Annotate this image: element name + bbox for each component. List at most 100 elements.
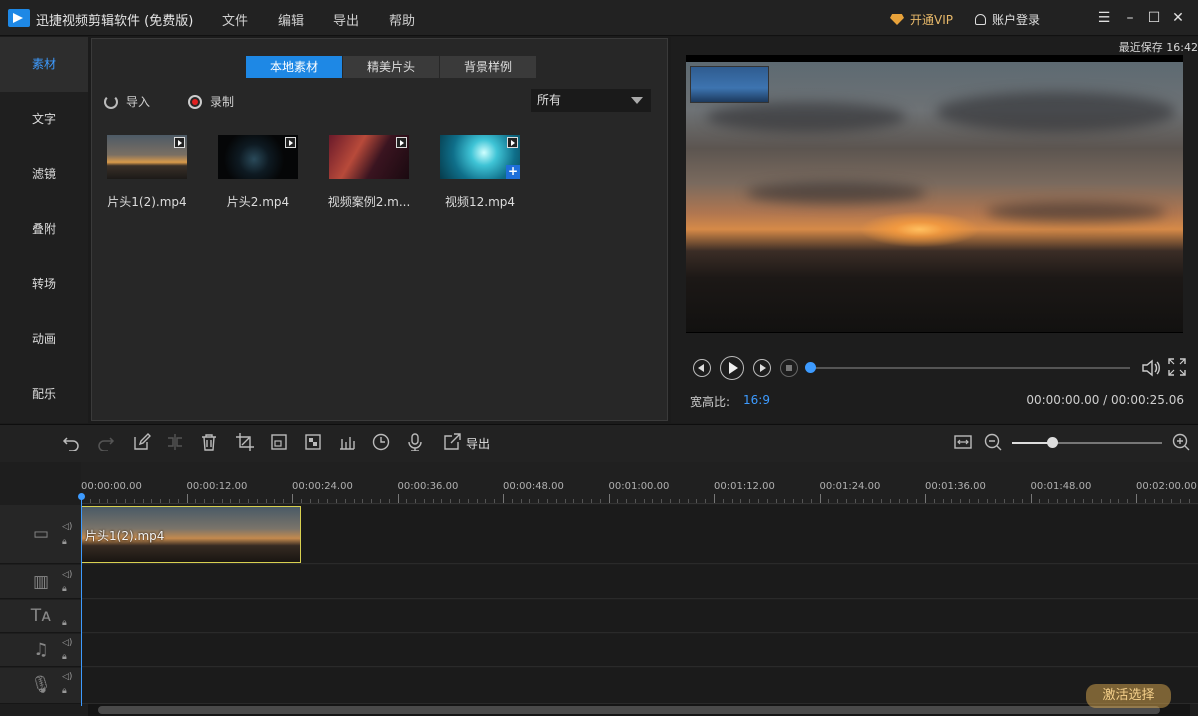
zoom-out-icon[interactable] <box>984 433 1002 451</box>
speaker-icon[interactable]: ◁) <box>62 522 74 532</box>
ruler-tick-label: 00:01:12.00 <box>714 481 775 492</box>
overlay-thumbnail[interactable] <box>690 66 769 103</box>
minimize-icon[interactable]: – <box>1122 10 1138 26</box>
ruler-minor-tick <box>793 499 795 503</box>
time-readout: 00:00:00.00 / 00:00:25.06 <box>1026 393 1184 407</box>
ruler-tick-label: 00:01:36.00 <box>925 481 986 492</box>
ruler-minor-tick <box>599 499 601 503</box>
speaker-icon[interactable]: ◁) <box>62 672 74 682</box>
previous-frame-icon[interactable] <box>693 359 711 377</box>
material-panel: 本地素材 精美片头 背景样例 导入 录制 所有 片头1(2).mp4 片头2.m… <box>91 38 668 421</box>
sidebar-item-text[interactable]: 文字 <box>0 92 88 147</box>
stop-icon[interactable] <box>780 359 798 377</box>
sidebar-item-material[interactable]: 素材 <box>0 37 88 92</box>
import-button[interactable]: 导入 <box>104 93 150 110</box>
menu-export[interactable]: 导出 <box>333 10 359 29</box>
undo-icon[interactable] <box>62 433 80 452</box>
ruler-tick-label: 00:00:36.00 <box>397 481 459 492</box>
volume-icon[interactable] <box>1140 357 1162 379</box>
music-track[interactable] <box>81 634 1198 667</box>
mosaic-icon[interactable] <box>304 433 322 451</box>
lock-icon[interactable]: 🔒︎ <box>62 652 74 662</box>
sidebar-item-overlay[interactable]: 叠附 <box>0 202 88 257</box>
seek-bar[interactable] <box>810 367 1130 369</box>
export-button[interactable]: 导出 <box>466 435 490 452</box>
tab-background-samples[interactable]: 背景样例 <box>440 56 536 78</box>
speaker-icon[interactable]: ◁) <box>62 638 74 648</box>
next-frame-icon[interactable] <box>753 359 771 377</box>
menu-icon[interactable]: ☰ <box>1096 10 1112 26</box>
media-item[interactable]: + 视频12.mp4 <box>440 135 520 210</box>
zoom-slider-handle[interactable] <box>1047 437 1058 448</box>
sidebar-item-filter[interactable]: 滤镜 <box>0 147 88 202</box>
ruler-minor-tick <box>151 499 153 503</box>
timeline-ruler[interactable]: 00:00:00.00 00:00:12.00 00:00:24.00 00:00:3… <box>81 462 1198 504</box>
ruler-minor-tick <box>731 499 733 503</box>
sidebar-item-animation[interactable]: 动画 <box>0 312 88 367</box>
tab-intros[interactable]: 精美片头 <box>343 56 439 78</box>
login-button[interactable]: 账户登录 <box>975 11 1040 28</box>
ruler-minor-tick <box>546 499 548 503</box>
media-item[interactable]: 视频案例2.m... <box>328 135 410 210</box>
menu-file[interactable]: 文件 <box>222 10 248 29</box>
seek-handle[interactable] <box>805 362 816 373</box>
play-icon[interactable] <box>720 356 744 380</box>
sidebar-item-transition[interactable]: 转场 <box>0 257 88 312</box>
ruler-minor-tick <box>494 499 496 503</box>
scrollbar-thumb[interactable] <box>98 706 1160 714</box>
playhead-handle[interactable] <box>78 493 85 500</box>
export-icon[interactable] <box>443 433 461 451</box>
delete-icon[interactable] <box>200 433 218 451</box>
timeline-clip[interactable]: 片头1(2).mp4 <box>81 506 301 563</box>
overlay-track-icon: ▥ <box>32 572 50 592</box>
playhead[interactable] <box>81 496 82 706</box>
ruler-minor-tick <box>344 499 346 503</box>
clock-icon[interactable] <box>372 433 390 451</box>
add-to-timeline-icon[interactable]: + <box>506 165 520 179</box>
fit-timeline-icon[interactable] <box>954 433 972 451</box>
menu-help[interactable]: 帮助 <box>389 10 415 29</box>
diamond-icon <box>890 14 904 25</box>
edit-icon[interactable] <box>133 433 151 451</box>
split-icon <box>166 433 184 451</box>
zoom-in-icon[interactable] <box>1172 433 1190 451</box>
lock-icon[interactable]: 🔒︎ <box>62 537 74 547</box>
lock-icon[interactable]: 🔒︎ <box>62 618 74 628</box>
video-preview[interactable] <box>686 55 1183 333</box>
close-icon[interactable]: ✕ <box>1170 10 1186 26</box>
audio-levels-icon[interactable] <box>338 433 356 451</box>
media-item[interactable]: 片头1(2).mp4 <box>107 135 187 210</box>
filter-dropdown[interactable]: 所有 <box>531 89 651 112</box>
ruler-minor-tick <box>898 499 900 503</box>
text-track[interactable] <box>81 600 1198 633</box>
sidebar-item-music[interactable]: 配乐 <box>0 367 88 422</box>
mic-icon[interactable] <box>406 433 424 452</box>
lock-icon[interactable]: 🔒︎ <box>62 686 74 696</box>
record-button[interactable]: 录制 <box>188 93 234 110</box>
aspect-ratio-value[interactable]: 16:9 <box>743 393 770 407</box>
resize-icon[interactable] <box>270 433 288 451</box>
ruler-minor-tick <box>1092 499 1094 503</box>
app-logo-icon <box>8 9 30 27</box>
ruler-minor-tick <box>520 499 522 503</box>
chevron-down-icon <box>631 97 643 104</box>
ruler-tick <box>714 494 715 503</box>
fullscreen-icon[interactable] <box>1168 358 1186 376</box>
maximize-icon[interactable]: ☐ <box>1146 10 1162 26</box>
lock-icon[interactable]: 🔒︎ <box>62 584 74 594</box>
crop-icon[interactable] <box>236 433 254 451</box>
ruler-minor-tick <box>485 499 487 503</box>
vip-button[interactable]: 开通VIP <box>890 11 953 28</box>
speaker-icon[interactable]: ◁) <box>62 570 74 580</box>
ruler-minor-tick <box>942 499 944 503</box>
voice-track[interactable] <box>81 668 1198 704</box>
ruler-minor-tick <box>661 499 663 503</box>
overlay-track[interactable] <box>81 565 1198 599</box>
media-name: 片头1(2).mp4 <box>107 195 187 209</box>
ruler-minor-tick <box>696 499 698 503</box>
sidebar: 素材 文字 滤镜 叠附 转场 动画 配乐 <box>0 37 88 423</box>
ruler-minor-tick <box>221 499 223 503</box>
menu-edit[interactable]: 编辑 <box>278 10 304 29</box>
tab-local-material[interactable]: 本地素材 <box>246 56 342 78</box>
media-item[interactable]: 片头2.mp4 <box>218 135 298 210</box>
